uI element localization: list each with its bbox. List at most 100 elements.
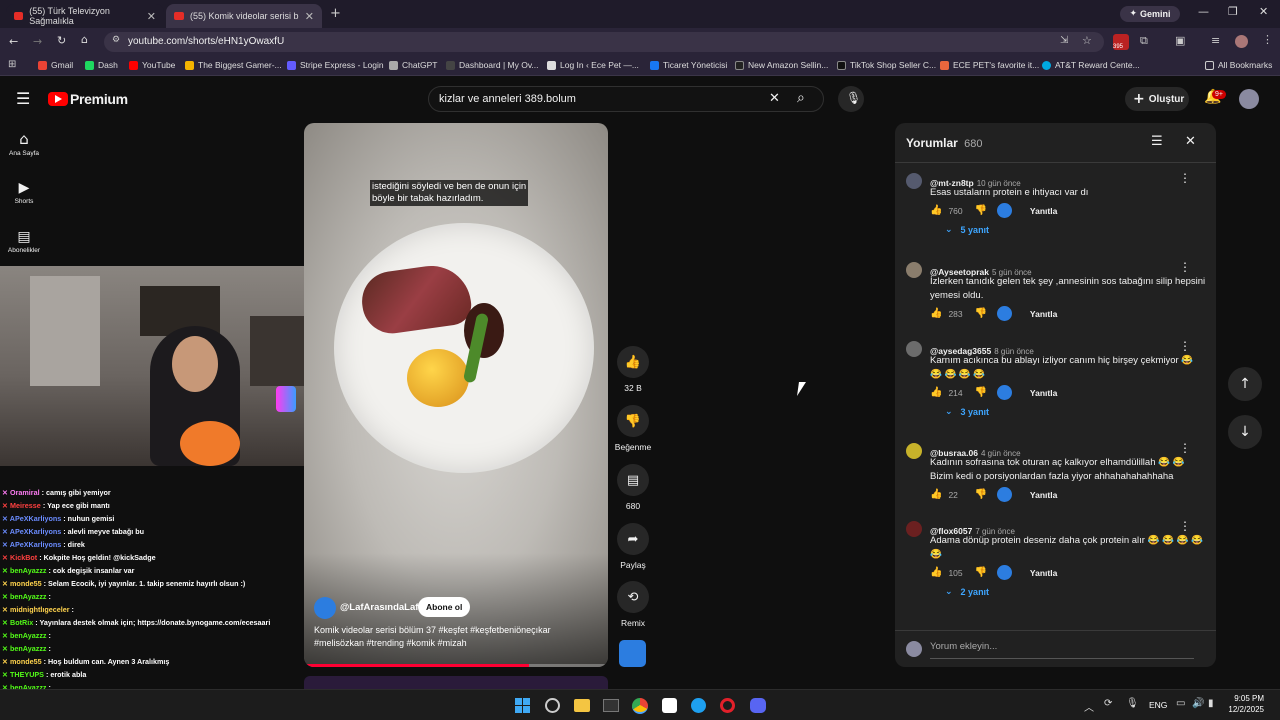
language-indicator[interactable]: ENG	[1149, 700, 1167, 710]
create-button[interactable]: + Oluştur	[1125, 87, 1189, 111]
comment-menu-icon[interactable]: ⋮	[1179, 260, 1191, 274]
bookmark-biggest-gamer[interactable]: The Biggest Gamer-...	[185, 60, 282, 70]
discord-icon[interactable]	[750, 698, 766, 713]
bookmark-chatgpt[interactable]: ChatGPT	[389, 60, 437, 70]
copilot-icon[interactable]	[545, 698, 560, 713]
commenter-avatar[interactable]	[906, 341, 922, 357]
bookmark-ecepet-login[interactable]: Log In ‹ Ece Pet —...	[547, 60, 639, 70]
comment-menu-icon[interactable]: ⋮	[1179, 519, 1191, 533]
comment-menu-icon[interactable]: ⋮	[1179, 171, 1191, 185]
forward-icon[interactable]: →	[33, 35, 42, 48]
youtube-logo-text[interactable]: Premium	[70, 91, 128, 107]
site-info-icon[interactable]: ⚙	[112, 35, 120, 45]
sort-icon[interactable]: ☰	[1151, 134, 1163, 149]
comment-menu-icon[interactable]: ⋮	[1179, 441, 1191, 455]
new-tab-button[interactable]: +	[330, 6, 341, 21]
commenter-avatar[interactable]	[906, 262, 922, 278]
battery-icon[interactable]: ▮	[1208, 698, 1214, 709]
tray-chevron-icon[interactable]: ︿	[1084, 699, 1094, 714]
sound-thumbnail[interactable]	[619, 640, 646, 667]
chrome-icon[interactable]	[632, 698, 648, 714]
previous-short-button[interactable]: ↑	[1228, 367, 1262, 401]
short-video-player[interactable]: istediğini söyledi ve ben de onun için b…	[304, 123, 608, 667]
browser-tab-1[interactable]: (55) Türk Televizyon Sağmalıkla ✕	[6, 4, 164, 28]
reply-button[interactable]: Yanıtla	[1030, 490, 1057, 500]
voice-search-button[interactable]: 🎙	[838, 86, 864, 112]
comment-like-icon[interactable]: 👍	[930, 308, 942, 319]
volume-icon[interactable]: 🔊	[1192, 698, 1204, 709]
address-bar[interactable]: ⚙ youtube.com/shorts/eHN1yOwaxfU ⇲ ☆	[104, 32, 1104, 52]
file-explorer-icon[interactable]	[574, 699, 590, 712]
bookmark-dashboard[interactable]: Dashboard | My Ov...	[446, 60, 539, 70]
gemini-button[interactable]: ✦ Gemini	[1120, 6, 1180, 22]
channel-name[interactable]: @LafArasındaLaf	[340, 602, 418, 613]
maximize-button[interactable]: ❐	[1228, 5, 1238, 18]
view-replies-button[interactable]: ⌄ 2 yanıt	[945, 587, 989, 597]
apps-icon[interactable]: ⊞	[8, 59, 16, 70]
dislike-button[interactable]: 👎 Beğenme	[606, 405, 660, 452]
comment-dislike-icon[interactable]: 👎	[974, 489, 986, 500]
clear-search-icon[interactable]: ✕	[769, 91, 780, 106]
browser-tab-2[interactable]: (55) Komik videolar serisi b ✕	[166, 4, 322, 28]
all-bookmarks[interactable]: All Bookmarks	[1205, 60, 1272, 70]
search-input[interactable]: kizlar ve anneleri 389.bolum	[439, 93, 576, 105]
puzzle-icon[interactable]: ⧉	[1140, 34, 1148, 48]
guide-home[interactable]: ⌂ Ana Sayfa	[4, 130, 44, 157]
reload-icon[interactable]: ↻	[57, 34, 66, 47]
sidepanel-icon[interactable]: ▣	[1175, 34, 1185, 47]
channel-avatar[interactable]	[314, 597, 336, 619]
install-icon[interactable]: ⇲	[1060, 35, 1068, 46]
bookmark-att[interactable]: AT&T Reward Cente...	[1042, 60, 1140, 70]
comments-button[interactable]: ▤ 680	[614, 464, 652, 511]
comment-dislike-icon[interactable]: 👎	[974, 567, 986, 578]
subscribe-button[interactable]: Abone ol	[418, 597, 471, 617]
hamburger-menu-icon[interactable]: ☰	[16, 89, 30, 108]
remix-button[interactable]: ⟲ Remix	[610, 581, 656, 628]
tray-mic-icon[interactable]: 🎙	[1126, 698, 1139, 709]
reply-button[interactable]: Yanıtla	[1030, 206, 1057, 216]
search-box[interactable]: kizlar ve anneleri 389.bolum ✕ ⌕	[428, 86, 824, 112]
comment-like-icon[interactable]: 👍	[930, 387, 942, 398]
reply-button[interactable]: Yanıtla	[1030, 309, 1057, 319]
comment-dislike-icon[interactable]: 👎	[974, 205, 986, 216]
youtube-logo-icon[interactable]	[48, 92, 68, 106]
bookmark-youtube[interactable]: YouTube	[129, 60, 175, 70]
comment-menu-icon[interactable]: ⋮	[1179, 339, 1191, 353]
network-icon[interactable]: ▭	[1176, 698, 1185, 709]
view-replies-button[interactable]: ⌄ 3 yanıt	[945, 407, 989, 417]
tray-app-icon[interactable]: ⟳	[1104, 698, 1112, 709]
start-icon[interactable]	[515, 698, 530, 713]
like-button[interactable]: 👍 32 B	[614, 346, 652, 393]
commenter-avatar[interactable]	[906, 173, 922, 189]
comment-dislike-icon[interactable]: 👎	[974, 308, 986, 319]
account-avatar[interactable]	[1239, 89, 1259, 109]
search-icon[interactable]: ⌕	[797, 90, 805, 106]
minimize-button[interactable]: —	[1198, 5, 1209, 18]
profile-avatar[interactable]	[1235, 35, 1248, 48]
next-short-preview[interactable]	[304, 676, 608, 689]
opera-icon[interactable]	[720, 698, 735, 713]
comment-like-icon[interactable]: 👍	[930, 567, 942, 578]
next-short-button[interactable]: ↓	[1228, 415, 1262, 449]
comment-like-icon[interactable]: 👍	[930, 205, 942, 216]
menu-icon[interactable]: ⋮	[1262, 33, 1273, 46]
comment-like-icon[interactable]: 👍	[930, 489, 942, 500]
bookmark-tiktok[interactable]: TikTok Shop Seller C...	[837, 60, 936, 70]
back-icon[interactable]: ←	[9, 35, 18, 48]
bookmark-ecepet-fav[interactable]: ECE PET's favorite it...	[940, 60, 1039, 70]
bookmark-amazon[interactable]: New Amazon Sellin...	[735, 60, 828, 70]
bookmark-stripe[interactable]: Stripe Express - Login	[287, 60, 384, 70]
share-button[interactable]: ➦ Paylaş	[610, 523, 656, 570]
reply-button[interactable]: Yanıtla	[1030, 568, 1057, 578]
bookmark-gmail[interactable]: Gmail	[38, 60, 73, 70]
media-icon[interactable]: ≡	[1211, 34, 1220, 47]
commenter-avatar[interactable]	[906, 443, 922, 459]
commenter-avatar[interactable]	[906, 521, 922, 537]
capcut-icon[interactable]	[662, 698, 677, 713]
grammarly-icon[interactable]	[691, 698, 706, 713]
bookmark-ticaret[interactable]: Ticaret Yöneticisi	[650, 60, 727, 70]
clock[interactable]: 9:05 PM 12/2/2025	[1224, 693, 1264, 715]
comment-dislike-icon[interactable]: 👎	[974, 387, 986, 398]
close-tab-icon[interactable]: ✕	[305, 10, 314, 23]
bookmark-dash[interactable]: Dash	[85, 60, 118, 70]
